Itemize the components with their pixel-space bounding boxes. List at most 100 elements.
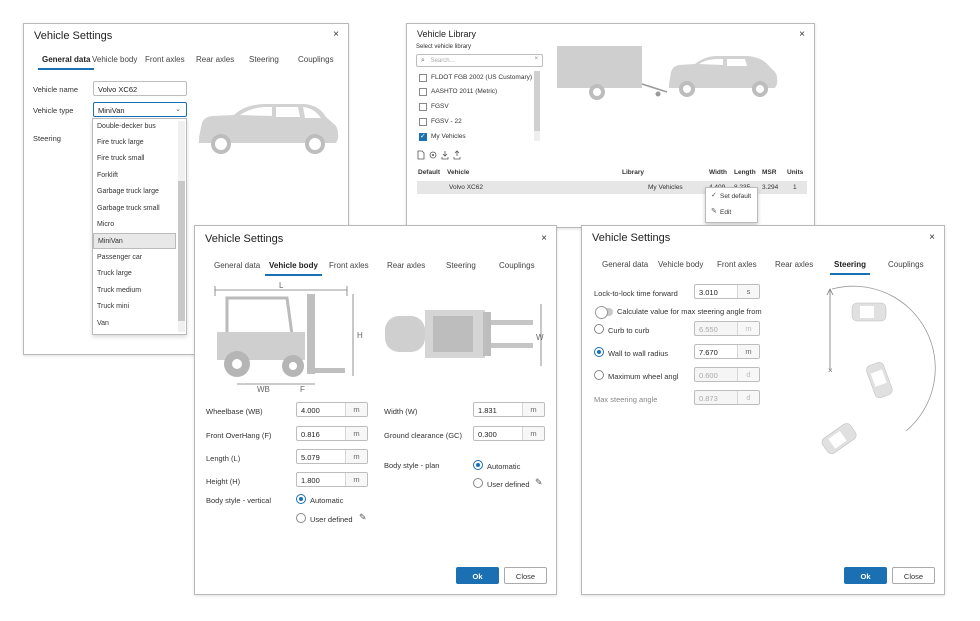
settings-icon[interactable] (429, 151, 437, 159)
new-file-icon[interactable] (417, 150, 425, 160)
dropdown-option[interactable]: Truck medium (93, 283, 176, 299)
tab-rear-axles[interactable]: Rear axles (192, 55, 238, 68)
dropdown-option[interactable]: Passenger car (93, 250, 176, 266)
clear-icon[interactable]: × (534, 56, 538, 62)
dropdown-scrollbar[interactable] (178, 121, 185, 332)
close-button[interactable]: Close (892, 567, 935, 584)
import-icon[interactable] (441, 151, 449, 160)
max-wheel-angle-radio[interactable] (594, 370, 604, 380)
tab-rear-axles[interactable]: Rear axles (383, 261, 429, 274)
export-icon[interactable] (453, 150, 461, 160)
column-header-length[interactable]: Length (734, 169, 756, 176)
pencil-icon[interactable]: ✎ (359, 512, 367, 523)
dropdown-option[interactable]: Micro (93, 217, 176, 233)
close-icon[interactable]: × (333, 29, 339, 40)
vehicle-type-select[interactable]: MiniVan ⌄ (93, 102, 187, 117)
dropdown-option[interactable]: Forklift (93, 168, 176, 184)
library-checkbox[interactable] (419, 103, 427, 111)
tab-front-axles[interactable]: Front axles (141, 55, 189, 68)
tab-couplings[interactable]: Couplings (884, 260, 928, 273)
vehicle-settings-body-dialog: Vehicle Settings × General data Vehicle … (194, 225, 557, 595)
tab-couplings[interactable]: Couplings (294, 55, 338, 68)
dropdown-option[interactable]: Fire truck large (93, 135, 176, 151)
tab-steering[interactable]: Steering (830, 260, 871, 275)
library-checkbox-checked[interactable] (419, 132, 427, 141)
curb-to-curb-input[interactable]: 6.550 m (694, 321, 760, 336)
column-header-default[interactable]: Default (418, 169, 440, 176)
max-wheel-angle-label: Maximum wheel angl (608, 372, 679, 381)
column-header-width[interactable]: Width (709, 169, 727, 176)
library-search-input[interactable]: ⌕ Search... × (416, 54, 543, 67)
tab-general-data[interactable]: General data (38, 55, 95, 70)
max-wheel-angle-input[interactable]: 0.600 d (694, 367, 760, 382)
dropdown-option[interactable]: Truck mini (93, 299, 176, 315)
dropdown-option[interactable]: Garbage truck small (93, 201, 176, 217)
vertical-user-defined-radio[interactable] (296, 513, 306, 523)
wheelbase-input[interactable]: 4.000 m (296, 402, 368, 417)
length-input[interactable]: 5.079 m (296, 449, 368, 464)
dropdown-option[interactable]: Garbage truck large (93, 184, 176, 200)
vertical-automatic-label: Automatic (310, 496, 344, 505)
tab-steering[interactable]: Steering (245, 55, 283, 68)
pencil-icon[interactable]: ✎ (535, 477, 543, 488)
menu-item-edit[interactable]: Edit (720, 209, 731, 216)
unit-label: s (737, 285, 759, 298)
library-name: FGSV (431, 103, 449, 110)
ok-button[interactable]: Ok (844, 567, 887, 584)
dropdown-option[interactable]: Double-decker bus (93, 119, 176, 135)
column-header-vehicle[interactable]: Vehicle (447, 169, 469, 176)
front-overhang-input[interactable]: 0.816 m (296, 426, 368, 441)
dropdown-option-selected[interactable]: MiniVan (93, 233, 176, 249)
tab-vehicle-body[interactable]: Vehicle body (88, 55, 141, 68)
vehicle-settings-steering-dialog: Vehicle Settings × General data Vehicle … (581, 225, 945, 595)
tab-front-axles[interactable]: Front axles (713, 260, 761, 273)
height-label: Height (H) (206, 477, 241, 486)
close-icon[interactable]: × (541, 233, 547, 244)
library-scrollbar[interactable] (534, 71, 540, 141)
library-checkbox[interactable] (419, 74, 427, 82)
height-input[interactable]: 1.800 m (296, 472, 368, 487)
wall-to-wall-input[interactable]: 7.670 m (694, 344, 760, 359)
tab-couplings[interactable]: Couplings (495, 261, 539, 274)
curb-to-curb-radio[interactable] (594, 324, 604, 334)
scrollbar-thumb[interactable] (178, 181, 185, 321)
column-header-library[interactable]: Library (622, 169, 644, 176)
cell-units: 1 (793, 184, 797, 191)
width-input[interactable]: 1.831 m (473, 402, 545, 417)
tab-general-data[interactable]: General data (210, 261, 264, 274)
library-checkbox[interactable] (419, 118, 427, 126)
close-button[interactable]: Close (504, 567, 547, 584)
close-icon[interactable]: × (799, 29, 805, 40)
dialog-title: Vehicle Library (417, 29, 477, 39)
wall-to-wall-radio[interactable] (594, 347, 604, 357)
ground-clearance-input[interactable]: 0.300 m (473, 426, 545, 441)
scrollbar-thumb[interactable] (534, 71, 540, 131)
vertical-user-defined-label: User defined (310, 515, 353, 524)
vehicle-name-label: Vehicle name (33, 85, 79, 94)
tab-front-axles[interactable]: Front axles (325, 261, 373, 274)
tab-general-data[interactable]: General data (598, 260, 652, 273)
menu-item-set-default[interactable]: Set default (720, 193, 751, 200)
column-header-msr[interactable]: MSR (762, 169, 776, 176)
library-checkbox[interactable] (419, 88, 427, 96)
ok-button[interactable]: Ok (456, 567, 499, 584)
plan-user-defined-radio[interactable] (473, 478, 483, 488)
close-icon[interactable]: × (929, 232, 935, 243)
vehicle-name-input[interactable]: Volvo XC62 (93, 81, 187, 96)
dropdown-option[interactable]: Fire truck small (93, 151, 176, 167)
pencil-icon: ✎ (711, 208, 717, 215)
tab-rear-axles[interactable]: Rear axles (771, 260, 817, 273)
body-style-vertical-label: Body style - vertical (206, 496, 272, 505)
plan-automatic-radio[interactable] (473, 460, 483, 470)
select-library-label: Select vehicle library (416, 44, 472, 50)
calc-toggle[interactable] (595, 306, 613, 319)
vertical-automatic-radio[interactable] (296, 494, 306, 504)
tab-vehicle-body[interactable]: Vehicle body (654, 260, 707, 273)
tab-vehicle-body[interactable]: Vehicle body (265, 261, 322, 276)
lock-to-lock-input[interactable]: 3.010 s (694, 284, 760, 299)
column-header-units[interactable]: Units (787, 169, 803, 176)
tab-steering[interactable]: Steering (442, 261, 480, 274)
dropdown-option[interactable]: Truck large (93, 266, 176, 282)
dropdown-option[interactable]: Van (93, 316, 176, 332)
library-name: FGSV - 22 (431, 118, 462, 125)
